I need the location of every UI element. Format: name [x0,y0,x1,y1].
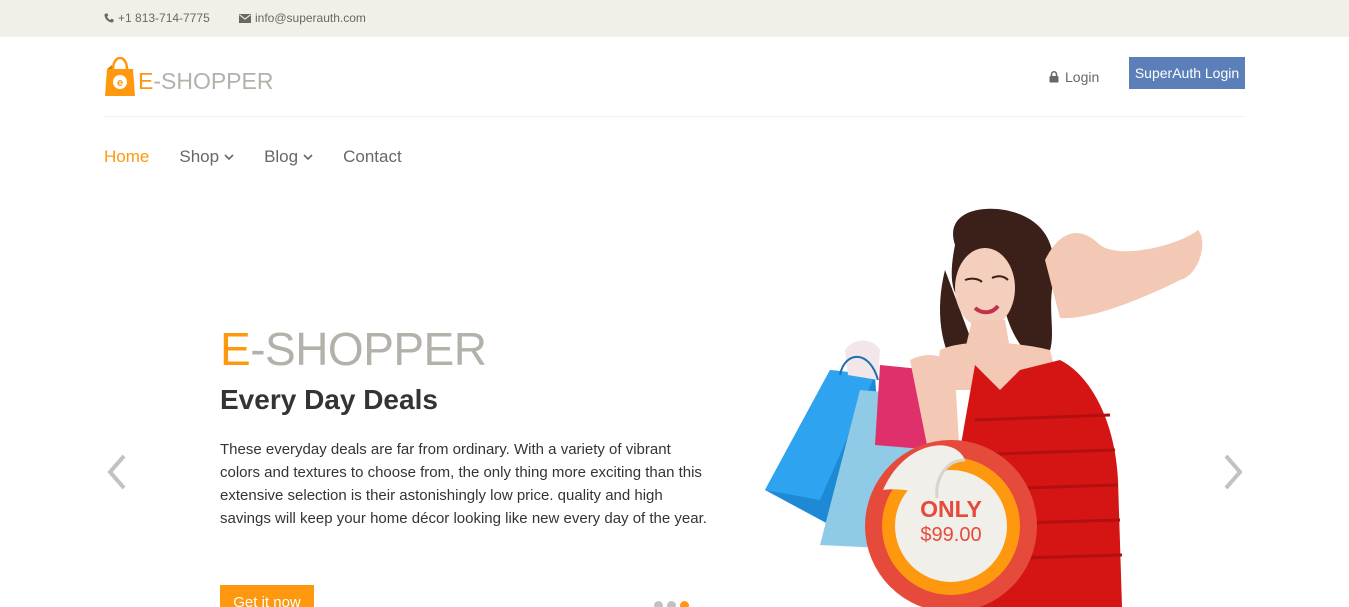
slider-prev-arrow-icon[interactable] [104,452,130,492]
badge-price-label: $99.00 [920,524,982,546]
get-it-now-button[interactable]: Get it now [220,585,314,607]
lock-icon [1049,71,1059,83]
nav-item-contact[interactable]: Contact [343,147,402,167]
nav-item-label: Home [104,147,150,166]
email-contact[interactable]: info@superauth.com [239,11,366,25]
phone-contact[interactable]: +1 813-714-7775 [104,11,210,25]
login-link[interactable]: Login [1049,69,1099,85]
nav-item-label: Shop [179,147,220,166]
login-label: Login [1065,69,1100,85]
badge-only-label: ONLY [920,496,982,522]
nav-item-shop[interactable]: Shop [179,147,234,167]
envelope-icon [239,13,251,23]
slider-indicator-2[interactable] [667,601,676,607]
nav-item-home[interactable]: Home [104,147,149,167]
slide-brand-prefix: E [220,323,251,375]
slide-brand-heading: E-SHOPPER [220,322,487,376]
superauth-login-button[interactable]: SuperAuth Login [1129,57,1245,89]
logo-text-rest: -SHOPPER [153,68,274,94]
slider-indicator-3[interactable] [680,601,689,607]
chevron-down-icon [224,153,234,160]
header-divider [104,116,1245,117]
slider-indicator-1[interactable] [654,601,663,607]
phone-icon [104,13,114,23]
slide-brand-rest: -SHOPPER [250,323,487,375]
shopping-bag-logo-icon: e [105,57,135,96]
slider-indicators [654,601,689,607]
top-contact-bar: +1 813-714-7775 info@superauth.com [0,0,1349,37]
nav-item-blog[interactable]: Blog [264,147,313,167]
site-logo[interactable]: e E-SHOPPER [104,57,273,97]
slide-description: These everyday deals are far from ordina… [220,441,707,527]
logo-text-prefix: E [138,68,154,94]
slide-title: Every Day Deals [220,384,438,415]
svg-text:e: e [117,77,123,89]
chevron-down-icon [303,153,313,160]
logo-text: E-SHOPPER [138,68,273,95]
nav-item-label: Blog [264,147,299,166]
slider-next-arrow-icon[interactable] [1220,452,1246,492]
phone-number: +1 813-714-7775 [118,11,210,25]
email-address: info@superauth.com [255,11,366,25]
main-nav: Home Shop Blog Contact [104,147,432,167]
nav-item-label: Contact [343,147,402,166]
